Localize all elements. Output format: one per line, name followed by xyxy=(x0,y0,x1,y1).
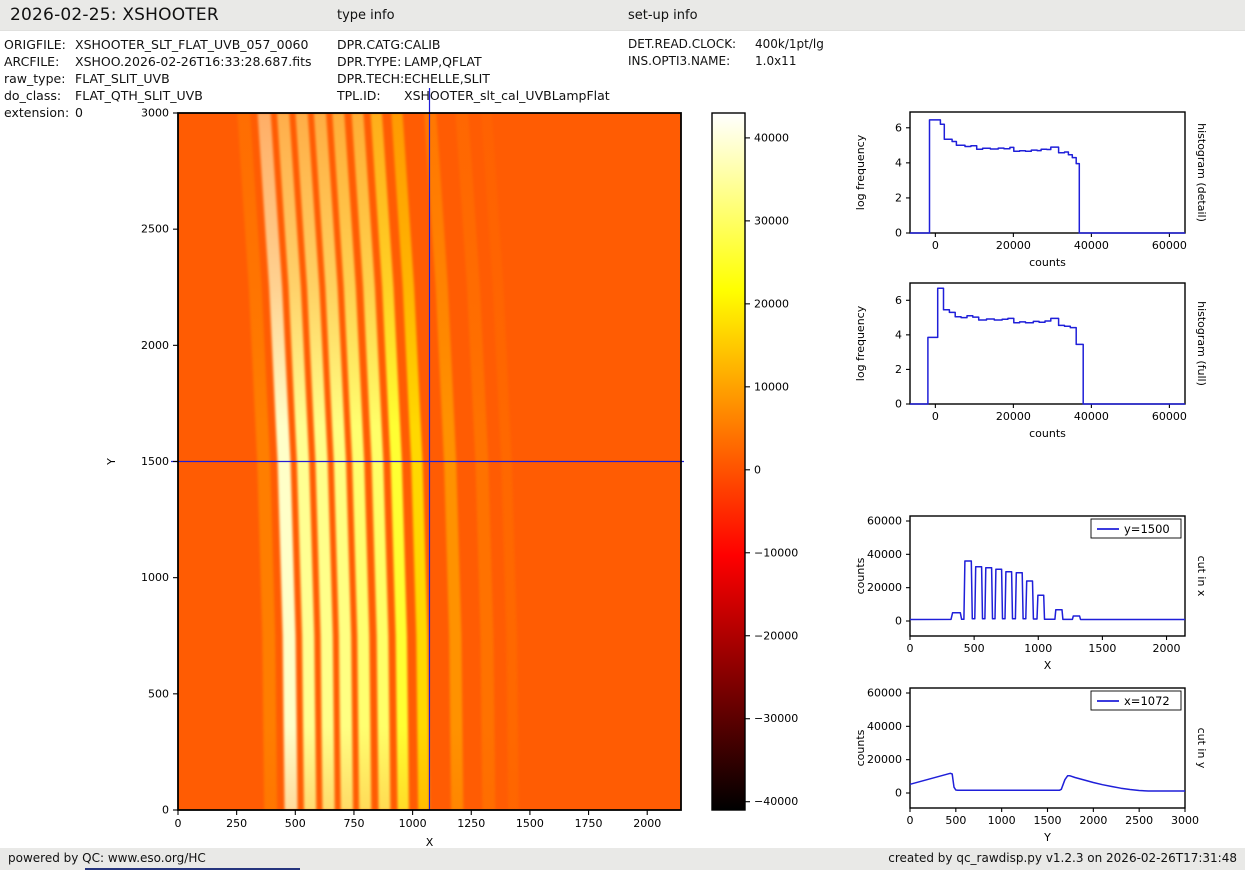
histogram-full-plot: 0 20000 40000 60000 0 2 4 6 counts log frequency h… xyxy=(854,282,1208,440)
tick-label: 0 xyxy=(162,804,169,817)
tick-label: 0 xyxy=(907,642,914,655)
tick-label: 1000 xyxy=(399,817,427,830)
footer-created-by: created by qc_rawdisp.py v1.2.3 on 2026-… xyxy=(888,851,1237,865)
tick-label: 20000 xyxy=(754,297,789,310)
tick-label: 2500 xyxy=(1125,814,1153,827)
y-axis-label: log frequency xyxy=(854,305,867,381)
tick-label: 500 xyxy=(945,814,966,827)
tick-label: 0 xyxy=(754,463,761,476)
tick-label: 6 xyxy=(895,294,902,307)
tick-label: 500 xyxy=(285,817,306,830)
tick-label: −40000 xyxy=(754,795,798,808)
tick-label: 60000 xyxy=(867,687,902,700)
plot-frame xyxy=(909,111,1186,234)
tick-label: 250 xyxy=(226,817,247,830)
tick-label: 2 xyxy=(895,191,902,204)
tick-label: 0 xyxy=(895,787,902,800)
legend-label: y=1500 xyxy=(1124,522,1170,536)
panel-side-label: histogram (detail) xyxy=(1195,123,1208,222)
tick-label: 3000 xyxy=(141,107,169,120)
tick-label: −10000 xyxy=(754,546,798,559)
tick-label: 2000 xyxy=(1079,814,1107,827)
tick-label: 0 xyxy=(895,398,902,411)
tick-label: 4 xyxy=(895,328,902,341)
tick-label: 0 xyxy=(907,814,914,827)
y-axis-label: Y xyxy=(105,458,118,466)
tick-label: Y xyxy=(1043,831,1051,844)
tick-label: X xyxy=(1044,659,1052,672)
tick-label: counts xyxy=(1029,256,1066,269)
tick-label: 4 xyxy=(895,156,902,169)
tick-label: 1000 xyxy=(988,814,1016,827)
tick-label: 500 xyxy=(964,642,985,655)
tick-label: 2000 xyxy=(141,339,169,352)
tick-label: 1250 xyxy=(457,817,485,830)
y-axis-label: counts xyxy=(854,729,867,766)
plot-frame xyxy=(909,282,1186,405)
cut-in-x-plot: 0 500 1000 1500 20000200004000060000Xcounts c… xyxy=(854,515,1208,673)
tick-label: 40000 xyxy=(867,548,902,561)
y-axis-label: counts xyxy=(854,557,867,594)
tick-label: −30000 xyxy=(754,712,798,725)
tick-label: 2 xyxy=(895,363,902,376)
tick-label: 0 xyxy=(895,615,902,628)
y-axis-label: log frequency xyxy=(854,134,867,210)
colorbar-gradient xyxy=(712,113,745,810)
tick-label: −20000 xyxy=(754,629,798,642)
panel-side-label: cut in y xyxy=(1195,728,1208,769)
tick-label: 500 xyxy=(148,687,169,700)
tick-label: 1500 xyxy=(1088,642,1116,655)
cut-in-y-plot: 0 500 1000 1500 2000 2500 3000 0 20000 40000 60000… xyxy=(854,687,1208,845)
tick-label: 0 xyxy=(175,817,182,830)
tick-label: 750 xyxy=(343,817,364,830)
tick-label: 20000 xyxy=(996,410,1031,423)
panel-side-label: histogram (full) xyxy=(1195,301,1208,386)
tick-label: 1500 xyxy=(516,817,544,830)
tick-label: 2000 xyxy=(633,817,661,830)
tick-label: 60000 xyxy=(1152,239,1187,252)
footer-powered-by: powered by QC: www.eso.org/HC xyxy=(8,851,206,865)
tick-label: 1500 xyxy=(1034,814,1062,827)
tick-label: 1000 xyxy=(1024,642,1052,655)
tick-label: 2500 xyxy=(141,223,169,236)
tick-label: 60000 xyxy=(867,515,902,528)
tick-label: 0 xyxy=(932,410,939,423)
legend-label: x=1072 xyxy=(1124,694,1170,708)
tick-label: 10000 xyxy=(754,380,789,393)
tick-label: 1750 xyxy=(575,817,603,830)
tick-label: 0 xyxy=(895,227,902,240)
tick-label: counts xyxy=(1029,427,1066,440)
tick-label: 40000 xyxy=(1074,410,1109,423)
tick-label: 20000 xyxy=(867,581,902,594)
tick-label: 3000 xyxy=(1171,814,1199,827)
tick-label: 6 xyxy=(895,121,902,134)
main-image-plot: 0 250 500 750 1000 1250 1500 1750 2000 0 500 1000 15… xyxy=(105,88,684,849)
tick-label: 2000 xyxy=(1153,642,1181,655)
tick-label: 20000 xyxy=(867,753,902,766)
colorbar-plot: 40000 30000 20000 10000 0 −10000 −20000 −30000 −… xyxy=(711,112,798,811)
tick-label: 20000 xyxy=(996,239,1031,252)
tick-label: 30000 xyxy=(754,214,789,227)
panel-side-label: cut in x xyxy=(1195,556,1208,597)
tick-label: 1000 xyxy=(141,571,169,584)
tick-label: 40000 xyxy=(1074,239,1109,252)
tick-label: 1500 xyxy=(141,455,169,468)
tick-label: 60000 xyxy=(1152,410,1187,423)
histogram-detail-plot: 0 20000 40000 60000 0 2 4 6 counts log frequency h… xyxy=(854,111,1208,269)
tick-label: 40000 xyxy=(867,720,902,733)
figure-canvas: 0 250 500 750 1000 1250 1500 1750 20000500100015… xyxy=(105,88,1208,849)
tick-label: 0 xyxy=(932,239,939,252)
tick-label: 40000 xyxy=(754,131,789,144)
